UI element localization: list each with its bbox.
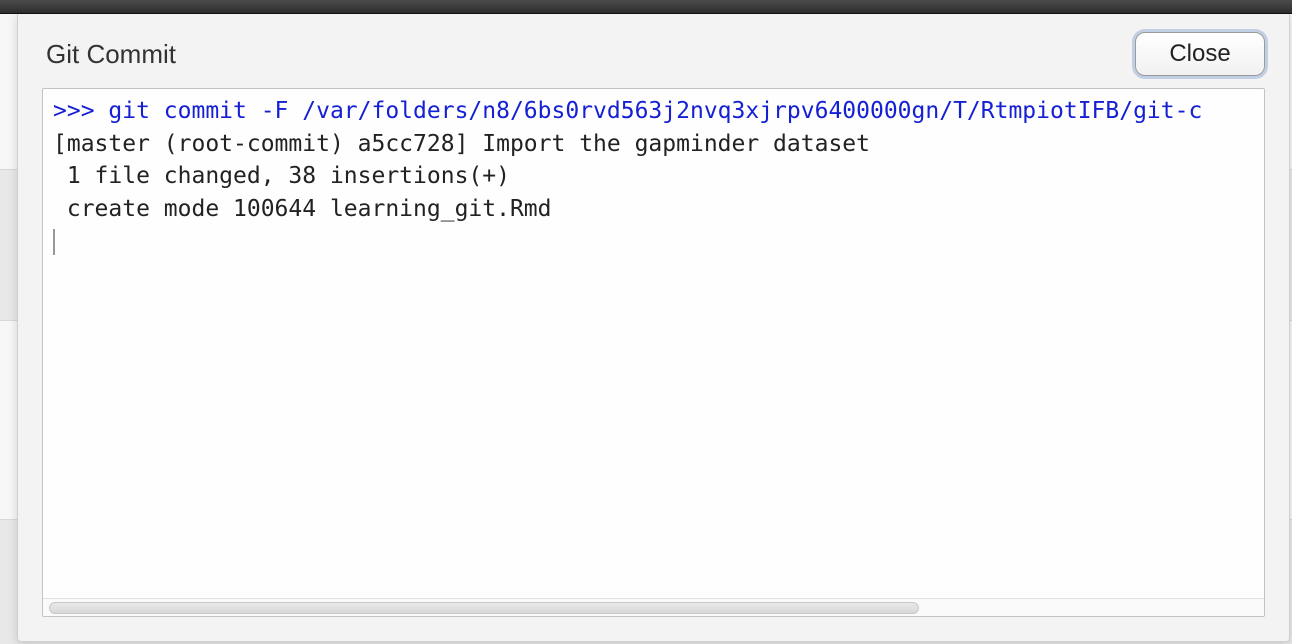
console-line: create mode 100644 learning_git.Rmd xyxy=(53,196,552,222)
git-commit-dialog: Git Commit Close >>> git commit -F /var/… xyxy=(17,14,1290,642)
console-panel: >>> git commit -F /var/folders/n8/6bs0rv… xyxy=(42,88,1265,617)
console-output[interactable]: >>> git commit -F /var/folders/n8/6bs0rv… xyxy=(43,89,1264,598)
console-command: git commit -F /var/folders/n8/6bs0rvd563… xyxy=(108,98,1202,124)
console-prompt: >>> xyxy=(53,98,108,124)
horizontal-scrollbar[interactable] xyxy=(43,598,1264,616)
scrollbar-thumb[interactable] xyxy=(49,602,919,614)
dialog-header: Git Commit Close xyxy=(18,14,1289,84)
console-line: [master (root-commit) a5cc728] Import th… xyxy=(53,131,870,157)
close-button[interactable]: Close xyxy=(1135,32,1265,76)
text-cursor xyxy=(53,229,55,255)
console-line: 1 file changed, 38 insertions(+) xyxy=(53,163,510,189)
dialog-title: Git Commit xyxy=(46,39,176,70)
window-title-bar: RStudio: Review Changes xyxy=(0,0,1292,14)
